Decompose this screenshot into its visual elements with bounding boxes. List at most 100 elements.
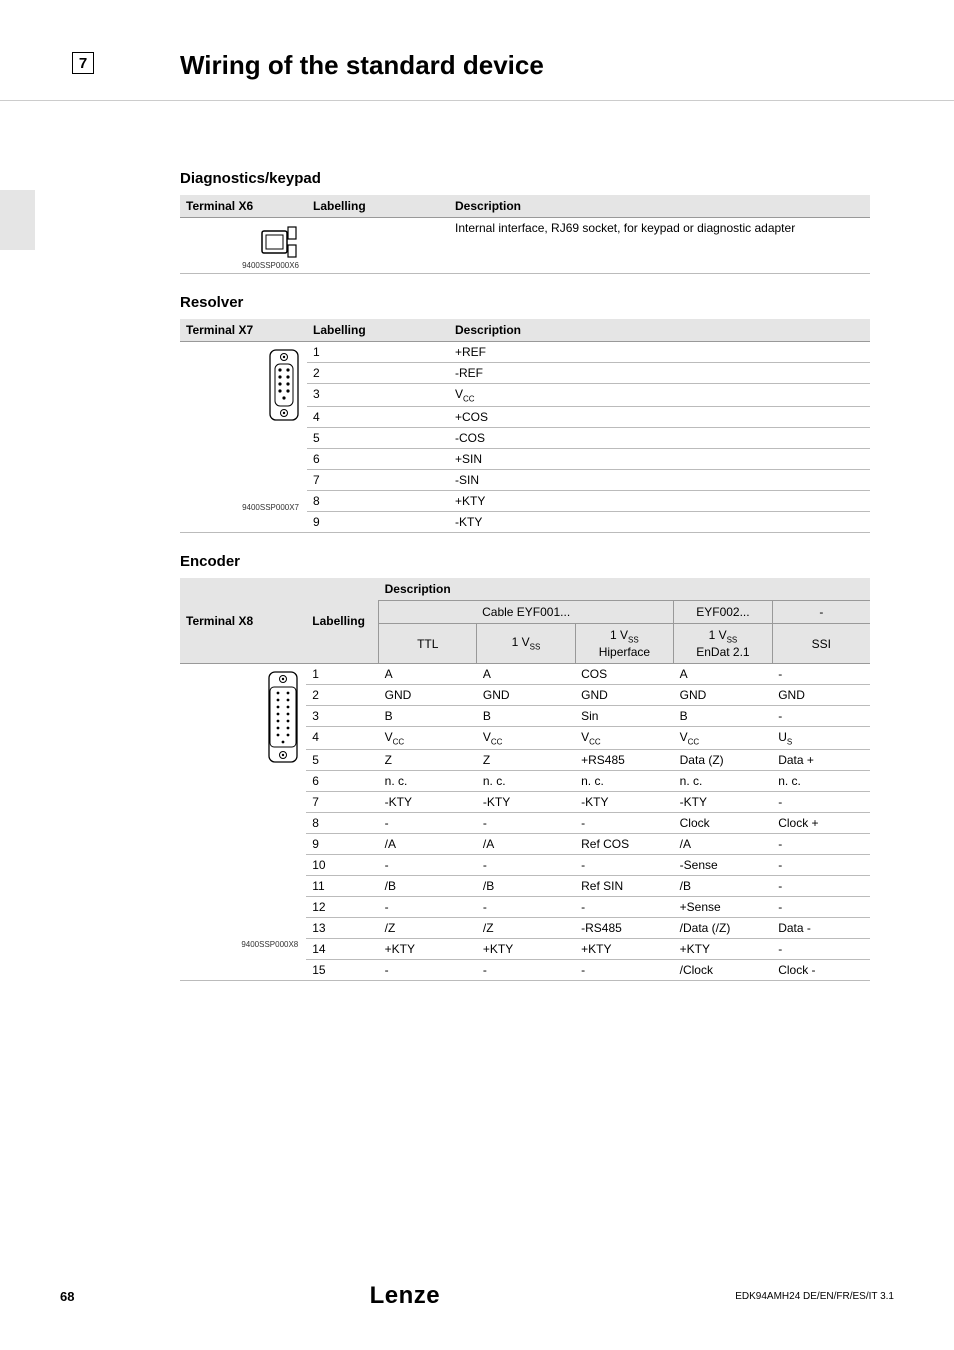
x7-label: 8 xyxy=(307,491,449,512)
x8-cell: /A xyxy=(674,834,773,855)
x7-label: 9 xyxy=(307,512,449,533)
x8-label: 3 xyxy=(306,705,378,726)
x6-col-terminal: Terminal X6 xyxy=(180,195,307,218)
x8-cell: +RS485 xyxy=(575,750,674,771)
x8-label: 9 xyxy=(306,834,378,855)
x8-sub-1vss: 1 VSS xyxy=(477,624,575,663)
page-title: Wiring of the standard device xyxy=(180,50,544,81)
x8-cell: +KTY xyxy=(477,939,575,960)
x8-cell: US xyxy=(772,726,870,749)
x8-group1: Cable EYF001... xyxy=(379,601,674,624)
x7-desc: +COS xyxy=(449,407,870,428)
x8-cell: n. c. xyxy=(379,771,477,792)
x8-cell: GND xyxy=(772,684,870,705)
x8-cell: n. c. xyxy=(674,771,773,792)
x8-cell: +KTY xyxy=(575,939,674,960)
x8-label: 12 xyxy=(306,897,378,918)
x8-cell: Data (Z) xyxy=(674,750,773,771)
x8-cell: -KTY xyxy=(379,792,477,813)
x8-label: 2 xyxy=(306,684,378,705)
x7-terminal-img: 9400SSP000X7 xyxy=(180,342,307,533)
x8-cell: -KTY xyxy=(674,792,773,813)
x8-cell: n. c. xyxy=(772,771,870,792)
x8-label: 7 xyxy=(306,792,378,813)
x8-cell: - xyxy=(772,855,870,876)
page-number: 68 xyxy=(60,1289,74,1304)
x8-cell: - xyxy=(379,897,477,918)
x8-cell: n. c. xyxy=(575,771,674,792)
logo: Lenze xyxy=(370,1282,441,1310)
x8-cell: VCC xyxy=(477,726,575,749)
x8-cell: - xyxy=(772,939,870,960)
x7-label: 4 xyxy=(307,407,449,428)
side-tab xyxy=(0,190,35,250)
x7-col-labelling: Labelling xyxy=(307,319,449,342)
x8-cell: -KTY xyxy=(575,792,674,813)
x8-cell: Ref SIN xyxy=(575,876,674,897)
x8-cell: /B xyxy=(674,876,773,897)
x7-desc: -COS xyxy=(449,428,870,449)
x8-group3: - xyxy=(772,601,870,624)
x7-desc: -SIN xyxy=(449,470,870,491)
x7-label: 6 xyxy=(307,449,449,470)
x8-cell: Data - xyxy=(772,918,870,939)
x8-sub-ssi: SSI xyxy=(772,624,870,663)
x8-cell: Sin xyxy=(575,705,674,726)
x8-cell: B xyxy=(379,705,477,726)
x8-cell: GND xyxy=(575,684,674,705)
x8-cell: /A xyxy=(477,834,575,855)
content: Diagnostics/keypad Terminal X6 Labelling… xyxy=(180,170,870,981)
x8-label: 1 xyxy=(306,663,378,684)
x8-cell: +Sense xyxy=(674,897,773,918)
x8-cell: VCC xyxy=(674,726,773,749)
x8-cell: Z xyxy=(477,750,575,771)
x8-cell: Clock xyxy=(674,813,773,834)
x8-cell: GND xyxy=(477,684,575,705)
divider xyxy=(0,100,954,101)
x8-sub-endat: 1 VSSEnDat 2.1 xyxy=(674,624,773,663)
x8-cell: Clock + xyxy=(772,813,870,834)
x8-col-labelling: Labelling xyxy=(306,578,378,663)
footer: 68 Lenze EDK94AMH24 DE/EN/FR/ES/IT 3.1 xyxy=(60,1282,894,1310)
section-title-encoder: Encoder xyxy=(180,553,870,570)
x6-img-label: 9400SSP000X6 xyxy=(186,261,301,270)
x8-col-terminal: Terminal X8 xyxy=(180,578,306,663)
x8-cell: - xyxy=(575,960,674,981)
x8-cell: - xyxy=(575,897,674,918)
x7-label: 5 xyxy=(307,428,449,449)
x8-img-label: 9400SSP000X8 xyxy=(186,940,300,949)
x8-cell: /B xyxy=(379,876,477,897)
x8-label: 5 xyxy=(306,750,378,771)
x6-description: Internal interface, RJ69 socket, for key… xyxy=(449,218,870,274)
x8-cell: - xyxy=(772,792,870,813)
x8-cell: - xyxy=(772,663,870,684)
x8-label: 8 xyxy=(306,813,378,834)
table-x7: Terminal X7 Labelling Description xyxy=(180,319,870,533)
x8-sub-ttl: TTL xyxy=(379,624,477,663)
x8-cell: - xyxy=(575,855,674,876)
x7-label: 1 xyxy=(307,342,449,363)
x8-cell: Z xyxy=(379,750,477,771)
x8-cell: - xyxy=(772,876,870,897)
section-title-resolver: Resolver xyxy=(180,294,870,311)
x7-label: 3 xyxy=(307,384,449,407)
x6-labelling-empty xyxy=(307,218,449,274)
x6-terminal-img: 9400SSP000X6 xyxy=(180,218,307,274)
x8-cell: - xyxy=(575,813,674,834)
x8-cell: /A xyxy=(379,834,477,855)
x7-desc: +SIN xyxy=(449,449,870,470)
x8-label: 14 xyxy=(306,939,378,960)
x7-col-description: Description xyxy=(449,319,870,342)
x7-label: 7 xyxy=(307,470,449,491)
x8-cell: Data + xyxy=(772,750,870,771)
x8-cell: -KTY xyxy=(477,792,575,813)
x8-cell: n. c. xyxy=(477,771,575,792)
x8-sub-hiperface: 1 VSSHiperface xyxy=(575,624,674,663)
x7-desc: VCC xyxy=(449,384,870,407)
x8-cell: - xyxy=(772,897,870,918)
x6-col-description: Description xyxy=(449,195,870,218)
x8-cell: /Data (/Z) xyxy=(674,918,773,939)
x8-terminal-img: 9400SSP000X8 xyxy=(180,663,306,980)
x7-desc: +KTY xyxy=(449,491,870,512)
x8-col-description: Description xyxy=(379,578,870,601)
